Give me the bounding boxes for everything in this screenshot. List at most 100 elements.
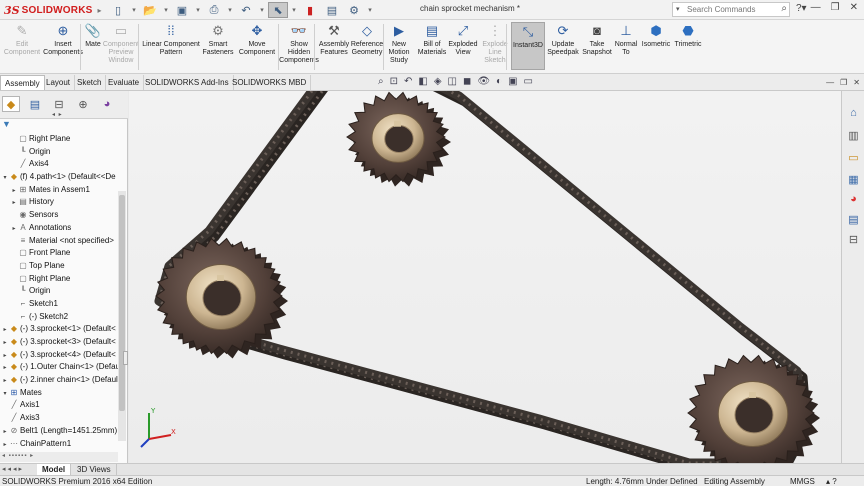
tree-item[interactable]: ▾ ◆ (f) 4.path<1> (Default<<De [0,171,118,184]
appearances-scenes-icon[interactable]: ◕ [845,191,862,207]
new-document-icon[interactable]: ▯ [108,2,128,18]
close-icon[interactable]: ✕ [850,2,858,13]
select-pointer-icon[interactable]: ⬉ [268,2,288,18]
solidworks-forum-icon[interactable]: ⊟ [845,231,862,247]
open-dropdown-icon[interactable]: ▾ [162,2,170,18]
linear-pattern-button[interactable]: ⁞⁞ Linear Component Pattern [142,23,200,57]
custom-properties-icon[interactable]: ▤ [845,211,862,227]
dynamic-annotation-icon[interactable]: ◈ [434,76,442,87]
display-manager-tab-icon[interactable]: ◕ [98,96,116,112]
tab-solidworks-mbd[interactable]: SOLIDWORKS MBD [228,75,312,90]
tree-item[interactable]: ◉ Sensors [0,209,118,222]
expand-toggle-icon[interactable]: ▾ [1,172,9,184]
expand-toggle-icon[interactable]: ▸ [10,197,18,209]
update-speedpak-button[interactable]: ⟳ Update Speedpak [547,23,579,57]
new-dropdown-icon[interactable]: ▾ [130,2,138,18]
search-scope-dropdown-icon[interactable]: ▾ [676,5,680,13]
solidworks-logo[interactable]: 3S SOLIDWORKS ▸ [4,2,102,18]
tree-item[interactable]: ╱ Axis3 [0,412,118,425]
tree-item[interactable]: ▸ ◆ (-) 3.sprocket<1> (Default< [0,323,118,336]
panel-scroll-arrows-icon[interactable]: ◂ ▸ [52,111,63,118]
expand-toggle-icon[interactable]: ▾ [1,388,9,400]
options-dropdown-icon[interactable]: ▾ [366,2,374,18]
tab-sketch[interactable]: Sketch [73,75,107,90]
menu-arrow-icon[interactable]: ▸ [98,6,102,15]
tree-item[interactable]: ▸ ⊘ Belt1 (Length=1451.25mm) [0,425,118,438]
tree-item[interactable]: ▸ ⊞ Mates in Assem1 [0,184,118,197]
feature-manager-tab-icon[interactable]: ◆ [2,96,20,112]
tab-layout[interactable]: Layout [42,75,76,90]
instant3d-button[interactable]: ⤡ Instant3D [511,22,545,70]
save-dropdown-icon[interactable]: ▾ [194,2,202,18]
tree-item[interactable]: ⌐ (-) Sketch2 [0,311,118,324]
display-style-icon[interactable]: ◼ [463,76,471,87]
normal-to-button[interactable]: ⊥ Normal To [613,23,639,57]
assembly-features-button[interactable]: ⚒ Assembly Features [318,23,350,57]
zoom-area-icon[interactable]: ⊡ [390,76,398,87]
move-component-button[interactable]: ✥ Move Component [239,23,275,57]
graphics-area[interactable]: Y X [129,91,841,463]
help-question-icon[interactable]: ?▾ [796,3,807,14]
tree-item[interactable]: ╱ Axis4 [0,158,118,171]
expand-toggle-icon[interactable]: ▸ [10,185,18,197]
tree-item[interactable]: ╱ Axis1 [0,399,118,412]
zoom-to-fit-icon[interactable]: ⌕ [378,76,384,87]
expand-toggle-icon[interactable]: ▸ [1,324,9,336]
viewport-close-icon[interactable]: ✕ [853,78,860,87]
search-input[interactable]: Search Commands [687,5,755,14]
viewport-minimize-icon[interactable]: — [826,78,834,87]
restore-icon[interactable]: ❐ [831,2,840,13]
tree-item[interactable]: ▢ Right Plane [0,133,118,146]
tree-item[interactable]: ▢ Front Plane [0,247,118,260]
smart-fasteners-button[interactable]: ⚙ Smart Fasteners [202,23,233,57]
tree-item[interactable]: ⌐ Sketch1 [0,298,118,311]
undo-icon[interactable]: ↶ [236,2,256,18]
status-customize-icon[interactable]: ▴ ? [826,476,837,486]
panel-collapse-handle[interactable] [123,351,128,365]
property-manager-tab-icon[interactable]: ▤ [26,96,44,112]
component-preview-button[interactable]: ▭ Component Preview Window [103,23,139,65]
expand-toggle-icon[interactable]: ▸ [1,362,9,374]
search-icon[interactable]: ⌕ [781,3,787,14]
file-properties-icon[interactable]: ▤ [322,2,342,18]
exploded-view-button[interactable]: ⤢ Exploded View [447,23,479,57]
minimize-icon[interactable]: — [811,2,821,13]
reference-geometry-button[interactable]: ◇ Reference Geometry [351,23,383,57]
mate-button[interactable]: 📎 Mate [84,23,102,49]
open-folder-icon[interactable]: 📂 [140,2,160,18]
tree-item[interactable]: ▢ Top Plane [0,260,118,273]
edit-appearance-icon[interactable]: ◐ [496,76,502,87]
expand-toggle-icon[interactable]: ▸ [1,426,9,438]
previous-view-icon[interactable]: ↶ [404,76,412,87]
configuration-manager-tab-icon[interactable]: ⊟ [50,96,68,112]
show-hidden-button[interactable]: 👓 Show Hidden Components [279,23,319,65]
bill-of-materials-button[interactable]: ▤ Bill of Materials [418,23,446,57]
tree-item[interactable]: ┖ Origin [0,285,118,298]
expand-toggle-icon[interactable]: ▸ [1,350,9,362]
expand-toggle-icon[interactable]: ▸ [1,375,9,387]
solidworks-resources-home-icon[interactable]: ⌂ [845,105,862,121]
save-icon[interactable]: ▣ [172,2,192,18]
file-explorer-folder-icon[interactable]: ▭ [845,149,862,165]
hide-show-items-icon[interactable]: 👁 [477,76,490,87]
tree-horizontal-scrollbar[interactable]: ◂ ▪▪▪▪▪▪ ▸ [0,452,118,462]
tree-item[interactable]: ▸ ◆ (-) 2.inner chain<1> (Defaul [0,374,118,387]
tree-item[interactable]: ▢ Right Plane [0,273,118,286]
expand-toggle-icon[interactable]: ▸ [1,337,9,349]
explode-line-sketch-button[interactable]: ⋮ Explode Line Sketch [481,23,509,65]
tab-solidworks-add-ins[interactable]: SOLIDWORKS Add-Ins [141,75,234,90]
search-commands-box[interactable]: ▾ Search Commands ⌕ [672,2,790,17]
design-library-icon[interactable]: ▥ [845,127,862,143]
view-settings-icon[interactable]: ▭ [524,76,533,87]
dimxpert-manager-tab-icon[interactable]: ⊕ [74,96,92,112]
tree-item[interactable]: ▸ ◆ (-) 3.sprocket<3> (Default< [0,336,118,349]
tree-vertical-scrollbar[interactable] [118,191,126,441]
expand-toggle-icon[interactable]: ▸ [10,223,18,235]
print-icon[interactable]: ⎙ [204,2,224,18]
edit-component-button[interactable]: ✎ Edit Component [4,23,40,57]
new-motion-study-button[interactable]: ▶ New Motion Study [387,23,411,65]
sprocket-top[interactable] [346,91,451,187]
tree-item[interactable]: ▸ ⋯ ChainPattern1 [0,438,118,451]
tree-item[interactable]: ▸ ▤ History [0,196,118,209]
filter-icon[interactable]: ▼ [2,119,11,129]
